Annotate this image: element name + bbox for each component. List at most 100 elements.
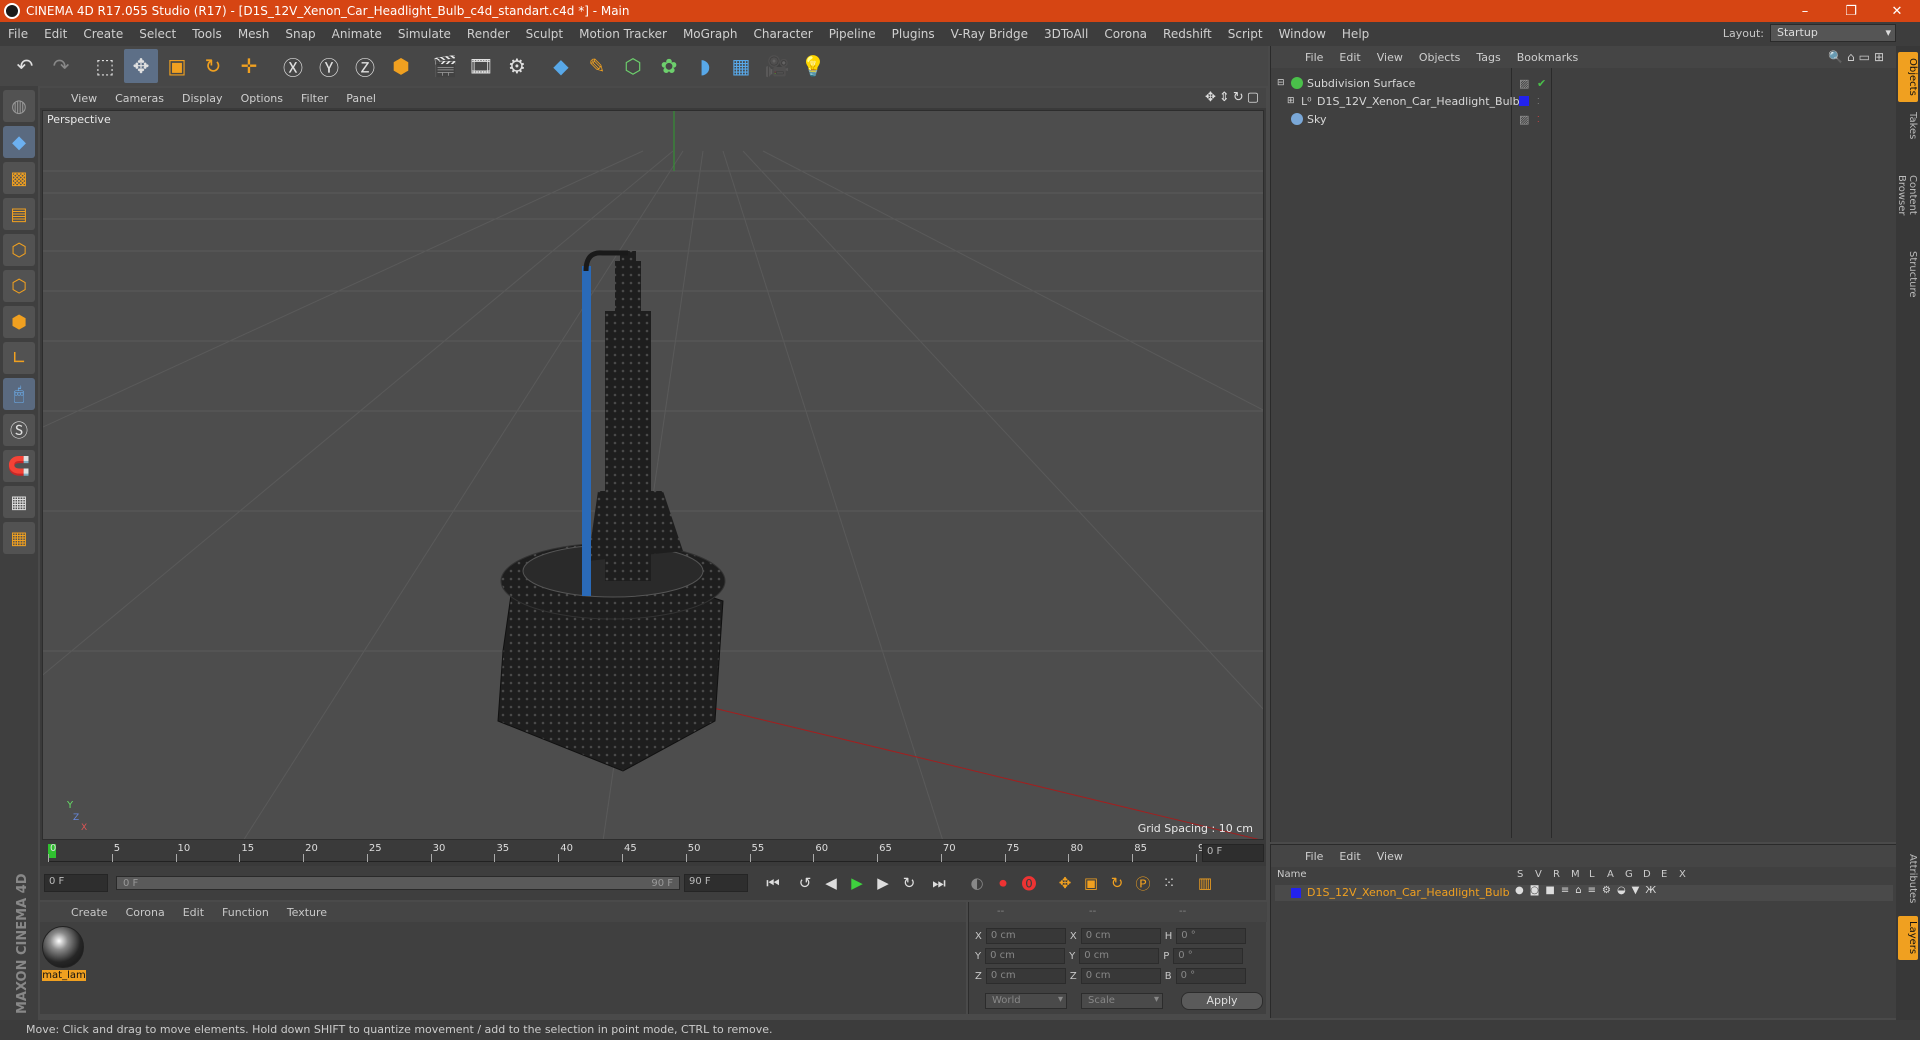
menu-3dtoall[interactable]: 3DToAll: [1036, 27, 1096, 41]
polygons-mode-icon[interactable]: ⬢: [3, 306, 35, 338]
om-menu-tags[interactable]: Tags: [1468, 51, 1508, 64]
goto-prev-key-icon[interactable]: ↺: [792, 870, 818, 896]
object-row-subdivision-surface[interactable]: ⊟ Subdivision Surface ▨ ✔: [1275, 74, 1889, 92]
prev-frame-icon[interactable]: ◀: [818, 870, 844, 896]
render-picture-viewer-icon[interactable]: 🎞: [464, 49, 498, 83]
tab-objects[interactable]: Objects: [1898, 52, 1918, 102]
model-mode-icon[interactable]: ◆: [3, 126, 35, 158]
menu-vray-bridge[interactable]: V-Ray Bridge: [943, 27, 1036, 41]
material-menu-edit[interactable]: Edit: [174, 906, 213, 919]
start-frame-field[interactable]: 0 F: [44, 874, 108, 892]
position-x-field[interactable]: 0 cm: [985, 928, 1066, 944]
frame-range-slider[interactable]: 0 F 90 F: [116, 876, 680, 890]
layer-color-icon[interactable]: [1519, 96, 1529, 106]
menu-select[interactable]: Select: [131, 27, 184, 41]
menu-tools[interactable]: Tools: [184, 27, 230, 41]
move-tool-icon[interactable]: ✥: [124, 49, 158, 83]
visibility-dots-icon[interactable]: ▨: [1519, 77, 1529, 90]
make-editable-icon[interactable]: ◍: [3, 90, 35, 122]
record-keys-disabled-icon[interactable]: ◐: [964, 870, 990, 896]
material-menu-corona[interactable]: Corona: [117, 906, 174, 919]
timeline-ruler[interactable]: 051015202530354045505560657075808590 0 F: [40, 840, 1266, 866]
visibility-dots-icon[interactable]: ▨: [1519, 113, 1529, 126]
position-z-field[interactable]: 0 cm: [985, 968, 1066, 984]
collapse-icon[interactable]: ⊟: [1277, 78, 1285, 88]
rotate-tool-icon[interactable]: ↻: [196, 49, 230, 83]
layer-toggle-icons[interactable]: ●◙■≡⌂≡⚙◒▼Ж: [1515, 885, 1662, 896]
menu-sculpt[interactable]: Sculpt: [518, 27, 571, 41]
size-y-field[interactable]: 0 cm: [1079, 948, 1160, 964]
material-menu-function[interactable]: Function: [213, 906, 278, 919]
key-scale-icon[interactable]: ▣: [1078, 870, 1104, 896]
minimize-button[interactable]: –: [1782, 4, 1828, 19]
cube-object-icon[interactable]: ◆: [544, 49, 578, 83]
layer-row[interactable]: D1S_12V_Xenon_Car_Headlight_Bulb ●◙■≡⌂≡⚙…: [1275, 885, 1893, 901]
size-x-field[interactable]: 0 cm: [1080, 928, 1161, 944]
menu-render[interactable]: Render: [459, 27, 518, 41]
viewport-menu-options[interactable]: Options: [232, 92, 292, 105]
enabled-check-icon[interactable]: ✔: [1537, 77, 1546, 90]
goto-end-icon[interactable]: ⏭: [926, 870, 952, 896]
expand-icon[interactable]: ⊞: [1287, 96, 1295, 106]
solo-icon[interactable]: Ⓢ: [3, 414, 35, 446]
redo-icon[interactable]: ↷: [44, 49, 78, 83]
enable-axis-icon[interactable]: ∟: [3, 342, 35, 374]
menu-create[interactable]: Create: [75, 27, 131, 41]
menu-mograph[interactable]: MoGraph: [675, 27, 746, 41]
om-menu-view[interactable]: View: [1369, 51, 1411, 64]
viewport-menu-view[interactable]: View: [62, 92, 106, 105]
object-row-bulb[interactable]: ⊞ L⁰ D1S_12V_Xenon_Car_Headlight_Bulb ⁚: [1275, 92, 1889, 110]
current-frame-field[interactable]: 0 F: [1202, 844, 1264, 862]
om-menu-file[interactable]: File: [1297, 51, 1331, 64]
live-selection-icon[interactable]: ⬚: [88, 49, 122, 83]
key-pla-icon[interactable]: ⁙: [1156, 870, 1182, 896]
material-menu-texture[interactable]: Texture: [278, 906, 336, 919]
record-active-icon[interactable]: ⏺: [990, 870, 1016, 896]
menu-character[interactable]: Character: [745, 27, 820, 41]
key-rotation-icon[interactable]: ↻: [1104, 870, 1130, 896]
lm-menu-file[interactable]: File: [1297, 850, 1331, 863]
rotation-h-field[interactable]: 0 °: [1176, 928, 1247, 944]
rotation-b-field[interactable]: 0 °: [1175, 968, 1246, 984]
render-settings-icon[interactable]: ⚙: [500, 49, 534, 83]
tab-attributes[interactable]: Attributes: [1898, 846, 1918, 912]
snap-icon[interactable]: 🧲: [3, 450, 35, 482]
edges-mode-icon[interactable]: ⬡: [3, 270, 35, 302]
position-y-field[interactable]: 0 cm: [985, 948, 1066, 964]
perspective-viewport[interactable]: Perspective Y Z X Grid Spacing : 10 cm: [42, 110, 1264, 840]
om-menu-objects[interactable]: Objects: [1411, 51, 1469, 64]
tab-content-browser[interactable]: Content Browser: [1896, 150, 1918, 240]
end-frame-field[interactable]: 90 F: [684, 874, 748, 892]
size-z-field[interactable]: 0 cm: [1080, 968, 1161, 984]
menu-help[interactable]: Help: [1334, 27, 1377, 41]
menu-simulate[interactable]: Simulate: [390, 27, 459, 41]
tweak-mode-icon[interactable]: 🖱: [3, 378, 35, 410]
om-menu-bookmarks[interactable]: Bookmarks: [1509, 51, 1586, 64]
menu-redshift[interactable]: Redshift: [1155, 27, 1220, 41]
om-menu-edit[interactable]: Edit: [1331, 51, 1368, 64]
coordinate-system-icon[interactable]: ⬢: [384, 49, 418, 83]
autokey-icon[interactable]: ⓿: [1016, 870, 1042, 896]
layer-name[interactable]: D1S_12V_Xenon_Car_Headlight_Bulb: [1307, 886, 1510, 899]
floor-icon[interactable]: ▦: [724, 49, 758, 83]
last-tool-icon[interactable]: ✛: [232, 49, 266, 83]
planar-workplane-icon[interactable]: ▦: [3, 522, 35, 554]
deformer-icon[interactable]: ◗: [688, 49, 722, 83]
next-frame-icon[interactable]: ▶: [870, 870, 896, 896]
object-row-sky[interactable]: Sky ▨ ⁚: [1275, 110, 1889, 128]
rotation-p-field[interactable]: 0 °: [1173, 948, 1244, 964]
viewport-menu-filter[interactable]: Filter: [292, 92, 337, 105]
key-position-icon[interactable]: ✥: [1052, 870, 1078, 896]
workplane-lock-icon[interactable]: ▦: [3, 486, 35, 518]
menu-snap[interactable]: Snap: [277, 27, 323, 41]
menu-pipeline[interactable]: Pipeline: [821, 27, 884, 41]
timeline-window-icon[interactable]: ▥: [1192, 870, 1218, 896]
x-axis-lock-icon[interactable]: Ⓧ: [276, 49, 310, 83]
lm-menu-edit[interactable]: Edit: [1331, 850, 1368, 863]
tab-structure[interactable]: Structure: [1898, 244, 1918, 304]
material-swatch[interactable]: mat_lam: [42, 926, 86, 981]
tab-takes[interactable]: Takes: [1898, 106, 1918, 146]
viewport-menu-cameras[interactable]: Cameras: [106, 92, 173, 105]
menu-motion-tracker[interactable]: Motion Tracker: [571, 27, 675, 41]
goto-next-key-icon[interactable]: ↻: [896, 870, 922, 896]
